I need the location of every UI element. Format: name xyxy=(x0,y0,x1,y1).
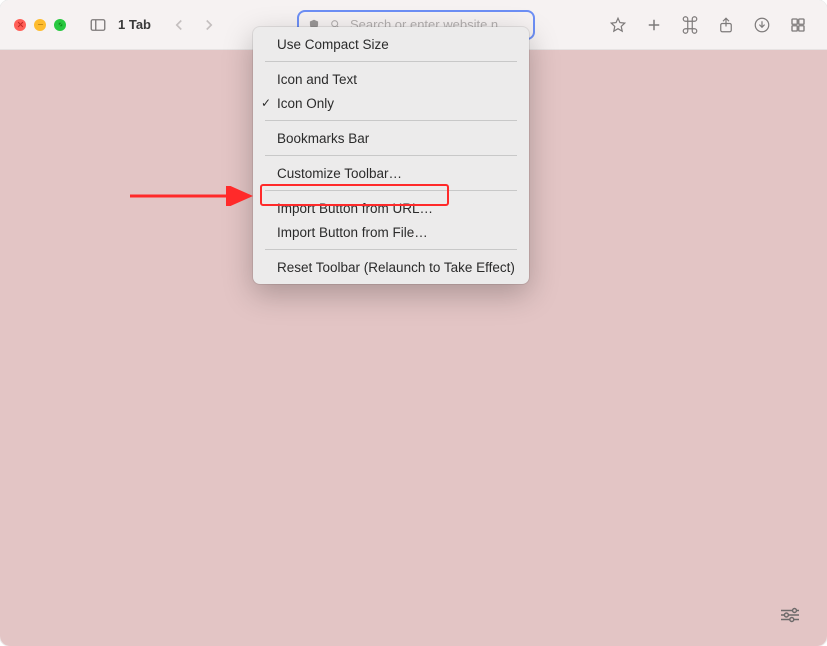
menu-item-label: Bookmarks Bar xyxy=(277,131,369,146)
menu-item-label: Icon Only xyxy=(277,96,334,111)
menu-item[interactable]: Use Compact Size xyxy=(253,32,529,56)
menu-item-label: Icon and Text xyxy=(277,72,357,87)
download-icon xyxy=(753,16,771,34)
new-tab-button[interactable] xyxy=(639,11,669,39)
bookmark-button[interactable] xyxy=(603,11,633,39)
navigation-arrows xyxy=(165,11,223,39)
command-button[interactable] xyxy=(675,11,705,39)
menu-item[interactable]: Icon and Text xyxy=(253,67,529,91)
zoom-window-button[interactable] xyxy=(54,19,66,31)
sidebar-toggle-button[interactable] xyxy=(84,11,112,39)
menu-item-label: Reset Toolbar (Relaunch to Take Effect) xyxy=(277,260,515,275)
sidebar-toggle-group: 1 Tab xyxy=(84,11,151,39)
toolbar-right-group xyxy=(603,11,813,39)
sidebar-icon xyxy=(89,16,107,34)
page-settings-button[interactable] xyxy=(773,602,807,628)
menu-item[interactable]: ✓ Icon Only xyxy=(253,91,529,115)
tab-count-label: 1 Tab xyxy=(118,17,151,32)
chevron-right-icon xyxy=(200,16,218,34)
tab-overview-button[interactable] xyxy=(783,11,813,39)
star-icon xyxy=(609,16,627,34)
zoom-icon xyxy=(57,21,64,28)
close-window-button[interactable] xyxy=(14,19,26,31)
menu-item-label: Customize Toolbar… xyxy=(277,166,402,181)
chevron-left-icon xyxy=(170,16,188,34)
grid-icon xyxy=(789,16,807,34)
menu-item[interactable]: Bookmarks Bar xyxy=(253,126,529,150)
menu-item[interactable]: Customize Toolbar… xyxy=(253,161,529,185)
menu-separator xyxy=(265,249,517,250)
menu-item[interactable]: Import Button from File… xyxy=(253,220,529,244)
window-controls xyxy=(14,19,66,31)
command-icon xyxy=(681,16,699,34)
menu-item[interactable]: Import Button from URL… xyxy=(253,196,529,220)
forward-button[interactable] xyxy=(195,11,223,39)
downloads-button[interactable] xyxy=(747,11,777,39)
menu-item-label: Import Button from URL… xyxy=(277,201,433,216)
menu-item-label: Use Compact Size xyxy=(277,37,389,52)
back-button[interactable] xyxy=(165,11,193,39)
close-icon xyxy=(17,21,24,28)
minimize-icon xyxy=(37,21,44,28)
menu-separator xyxy=(265,120,517,121)
menu-item[interactable]: Reset Toolbar (Relaunch to Take Effect) xyxy=(253,255,529,279)
checkmark-icon: ✓ xyxy=(261,96,271,110)
share-button[interactable] xyxy=(711,11,741,39)
minimize-window-button[interactable] xyxy=(34,19,46,31)
share-icon xyxy=(717,16,735,34)
plus-icon xyxy=(645,16,663,34)
menu-separator xyxy=(265,190,517,191)
menu-item-label: Import Button from File… xyxy=(277,225,428,240)
browser-window: 1 Tab Search or enter website n xyxy=(0,0,827,646)
sliders-icon xyxy=(779,606,801,624)
toolbar-context-menu[interactable]: Use Compact Size Icon and Text ✓ Icon Only B… xyxy=(253,27,529,284)
menu-separator xyxy=(265,155,517,156)
menu-separator xyxy=(265,61,517,62)
